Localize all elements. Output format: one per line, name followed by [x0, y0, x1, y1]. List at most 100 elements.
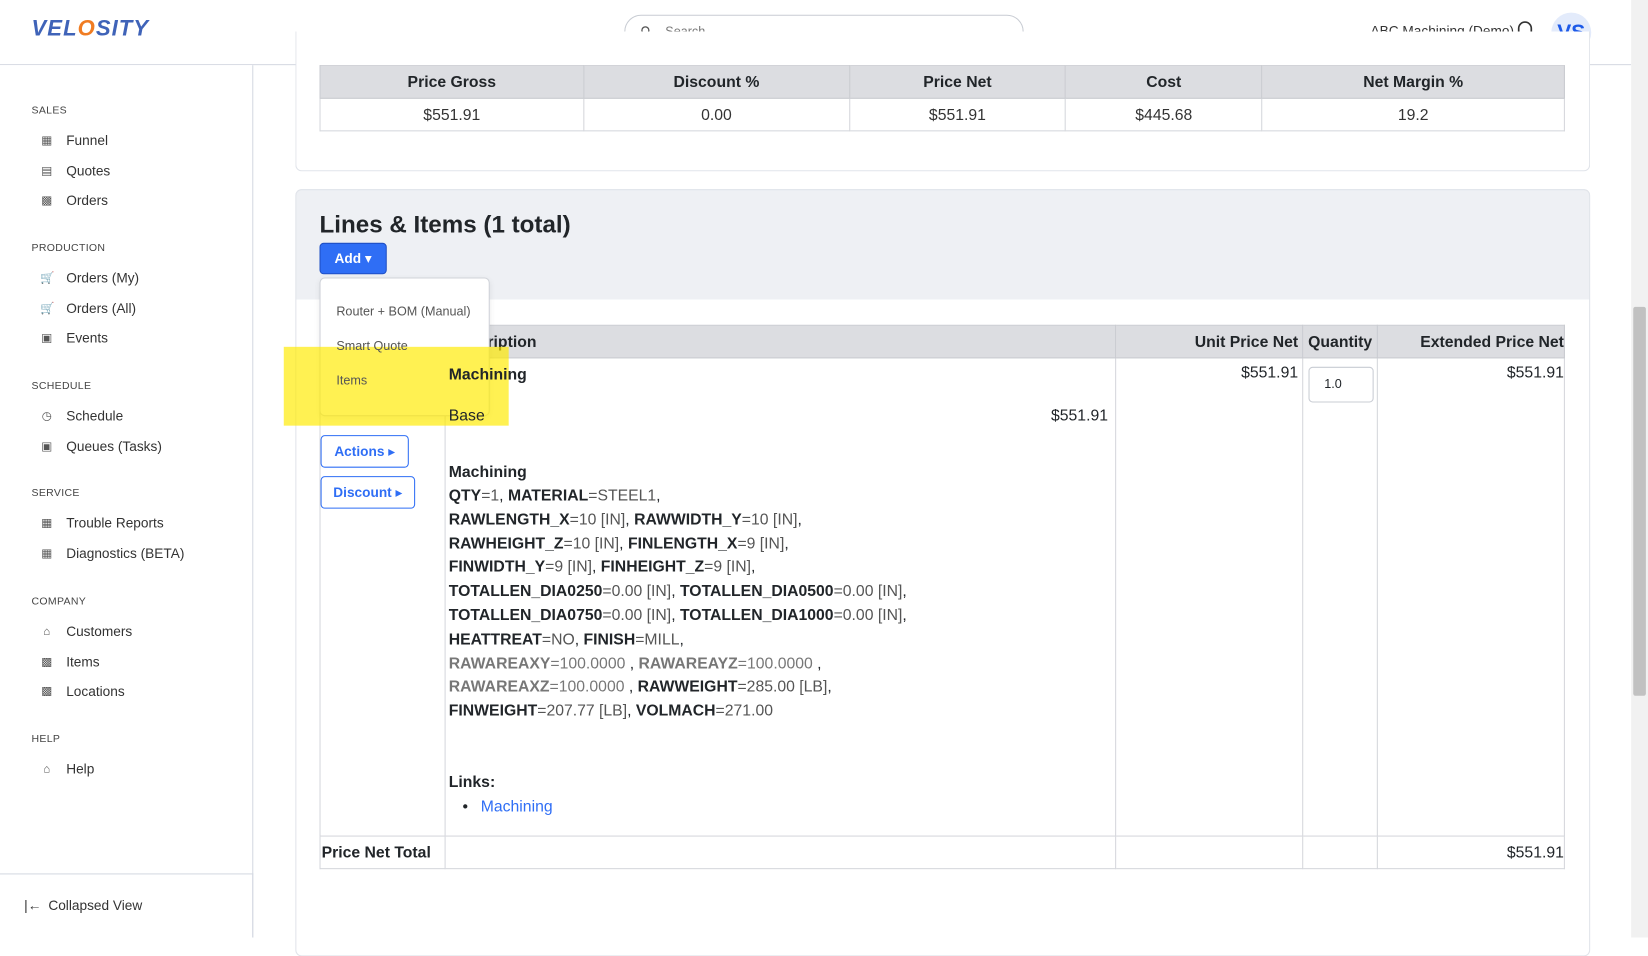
lines-title: Lines & Items (1 total) — [319, 210, 571, 238]
sidebar-item-queues-tasks-[interactable]: ▣ Queues (Tasks) — [40, 438, 162, 454]
sidebar-item-orders-my-[interactable]: 🛒 Orders (My) — [40, 270, 139, 286]
sidebar-item-locations[interactable]: ▩ Locations — [40, 683, 125, 700]
param-name: RAWWIDTH_Y — [634, 510, 742, 529]
sidebar-item-funnel[interactable]: ▦ Funnel — [40, 132, 108, 148]
col-unit-price: Unit Price Net — [1115, 324, 1304, 359]
param-name: TOTALLEN_DIA0500 — [679, 582, 834, 601]
menu-item-smart-quote[interactable]: Smart Quote — [336, 338, 408, 353]
sidebar: SALES ▦ Funnel ▤ Quotes ▩ Orders PRODUCTION 🛒 Ord… — [0, 65, 254, 938]
param-value: 1 — [490, 486, 500, 505]
sidebar-item-label: Funnel — [66, 132, 108, 149]
param-name: FINISH — [583, 630, 636, 649]
sidebar-item-label: Trouble Reports — [66, 514, 164, 531]
sidebar-item-label: Quotes — [66, 162, 111, 179]
param-name: HEATTREAT — [448, 630, 542, 649]
building-icon: ▦ — [41, 547, 53, 560]
parameter-line: TOTALLEN_DIA0750=0.00 [IN], TOTALLEN_DIA… — [448, 606, 907, 625]
add-button[interactable]: Add ▾ — [319, 242, 387, 275]
calendar-icon: ▣ — [41, 332, 53, 346]
sidebar-section-help: HELP — [31, 733, 61, 746]
parameter-line: HEATTREAT=NO, FINISH=MILL, — [448, 630, 684, 649]
summary-header: Cost — [1065, 65, 1263, 99]
sidebar-section-schedule: SCHEDULE — [31, 380, 92, 393]
total-value: $551.91 — [1376, 835, 1565, 870]
sidebar-item-label: Schedule — [66, 407, 124, 424]
grid-icon: ▩ — [41, 655, 53, 669]
param-name: FINLENGTH_X — [627, 534, 738, 553]
scrollbar-thumb[interactable] — [1633, 306, 1646, 696]
param-value: 0.00 [IN] — [842, 582, 903, 601]
sidebar-item-quotes[interactable]: ▤ Quotes — [40, 163, 110, 179]
building-icon: ▦ — [41, 517, 53, 530]
param-value: 0.00 [IN] — [611, 606, 672, 625]
building-icon: ▦ — [41, 134, 53, 148]
param-value: 100.0000 — [559, 654, 630, 673]
sidebar-item-help[interactable]: ⌂ Help — [40, 761, 94, 777]
calendar-icon: ▣ — [41, 440, 53, 453]
menu-item-router-bom[interactable]: Router + BOM (Manual) — [336, 304, 470, 319]
summary-header: Price Net — [848, 65, 1067, 99]
sidebar-section-production: PRODUCTION — [31, 242, 106, 255]
home-icon: ⌂ — [43, 762, 51, 776]
unit-price: $551.91 — [1115, 357, 1304, 837]
param-name: TOTALLEN_DIA0250 — [448, 582, 603, 601]
param-name: FINHEIGHT_Z — [600, 558, 705, 577]
machining-link[interactable]: Machining — [481, 798, 553, 816]
sidebar-item-diagnostics-beta-[interactable]: ▦ Diagnostics (BETA) — [40, 545, 184, 561]
param-value: 9 [IN] — [746, 534, 785, 553]
sidebar-item-orders-all-[interactable]: 🛒 Orders (All) — [40, 300, 136, 316]
param-name: TOTALLEN_DIA1000 — [679, 606, 834, 625]
summary-value: 19.2 — [1261, 97, 1565, 132]
quantity-cell — [1302, 357, 1378, 837]
param-name: RAWAREAYZ — [638, 654, 738, 673]
param-value: 207.77 [LB] — [546, 702, 628, 721]
base-label: Base — [448, 406, 485, 425]
total-label: Price Net Total — [319, 835, 446, 870]
collapse-label: Collapsed View — [48, 897, 143, 914]
discount-button[interactable]: Discount ▸ — [320, 476, 416, 509]
param-value: 285.00 [LB] — [746, 678, 828, 697]
param-name: RAWLENGTH_X — [448, 510, 570, 529]
sidebar-item-schedule[interactable]: ◷ Schedule — [40, 408, 123, 424]
summary-header: Discount % — [583, 65, 850, 99]
clock-icon: ◷ — [41, 409, 52, 423]
section-title: Machining — [448, 463, 527, 482]
sidebar-item-trouble-reports[interactable]: ▦ Trouble Reports — [40, 514, 164, 531]
param-name: RAWHEIGHT_Z — [448, 534, 564, 553]
links-label: Links: — [448, 773, 496, 792]
sidebar-item-label: Items — [66, 653, 100, 670]
sidebar-item-customers[interactable]: ⌂ Customers — [40, 623, 132, 639]
summary-value: $551.91 — [848, 97, 1067, 132]
param-value: 0.00 [IN] — [842, 606, 903, 625]
menu-item-items[interactable]: Items — [336, 373, 367, 388]
summary-header: Net Margin % — [1261, 65, 1565, 99]
actions-button[interactable]: Actions ▸ — [320, 435, 409, 468]
sidebar-item-label: Queues (Tasks) — [66, 437, 162, 454]
line-name: Machining — [448, 365, 527, 384]
quantity-input[interactable]: 1.0 — [1308, 366, 1374, 403]
velosity-logo[interactable]: VELOSITY — [32, 17, 150, 42]
summary-value: $551.91 — [319, 97, 585, 132]
param-value: 9 [IN] — [713, 558, 752, 577]
sidebar-item-items[interactable]: ▩ Items — [40, 653, 100, 670]
link-item: • Machining — [462, 797, 553, 816]
sidebar-item-events[interactable]: ▣ Events — [40, 330, 108, 346]
param-value: 100.0000 — [747, 654, 818, 673]
parameter-line: RAWAREAXZ=100.0000 , RAWWEIGHT=285.00 [L… — [448, 678, 832, 697]
parameter-line: QTY=1, MATERIAL=STEEL1, — [448, 486, 661, 505]
param-value: 0.00 [IN] — [611, 582, 672, 601]
collapsed-view-button[interactable]: |← Collapsed View — [0, 873, 254, 938]
base-price: $551.91 — [1051, 406, 1109, 425]
param-name: FINWIDTH_Y — [448, 558, 546, 577]
sidebar-item-orders[interactable]: ▩ Orders — [40, 193, 108, 209]
sidebar-item-label: Events — [66, 330, 108, 347]
add-dropdown-menu: Router + BOM (Manual) Smart Quote Items — [319, 277, 490, 417]
param-value: 271.00 — [724, 702, 773, 721]
sidebar-item-label: Diagnostics (BETA) — [66, 545, 185, 561]
collapse-icon: |← — [24, 897, 42, 914]
home-icon: ⌂ — [43, 624, 51, 638]
parameter-line: TOTALLEN_DIA0250=0.00 [IN], TOTALLEN_DIA… — [448, 582, 907, 601]
param-value: NO — [551, 630, 575, 649]
cart-icon: 🛒 — [39, 272, 55, 285]
sidebar-item-label: Locations — [66, 683, 125, 700]
